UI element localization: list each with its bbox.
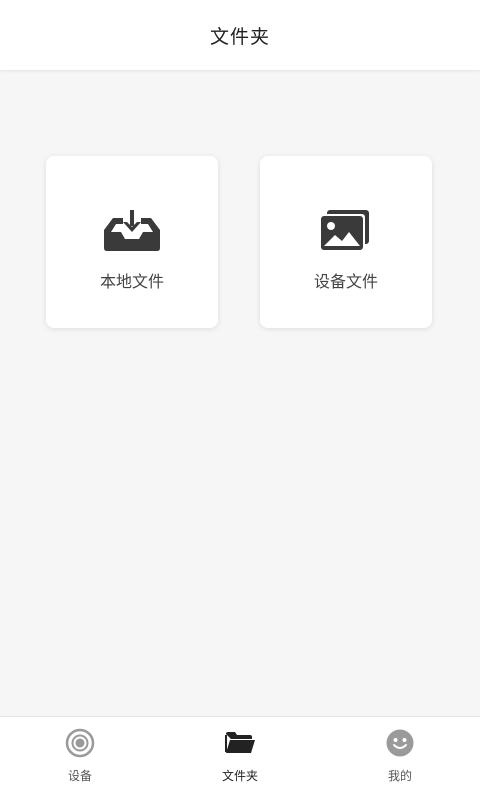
inbox-download-icon [101, 208, 163, 254]
device-files-card[interactable]: 设备文件 [260, 156, 432, 328]
folder-icon [223, 727, 257, 759]
tab-folder-label: 文件夹 [221, 769, 258, 783]
image-stack-icon [315, 208, 377, 254]
smiley-icon [383, 727, 417, 759]
local-files-card[interactable]: 本地文件 [46, 156, 218, 328]
device-icon [63, 727, 97, 759]
app-header: 文件夹 [0, 0, 480, 70]
tab-devices[interactable]: 设备 [20, 727, 140, 791]
device-files-label: 设备文件 [313, 272, 378, 291]
page-title: 文件夹 [209, 25, 270, 48]
tab-devices-label: 设备 [67, 769, 92, 783]
local-files-label: 本地文件 [99, 272, 164, 291]
bottom-tab-bar: 设备 文件夹 我的 [0, 716, 480, 801]
tab-me-label: 我的 [387, 769, 412, 783]
tab-folder[interactable]: 文件夹 [180, 727, 300, 791]
tab-me[interactable]: 我的 [340, 727, 460, 791]
